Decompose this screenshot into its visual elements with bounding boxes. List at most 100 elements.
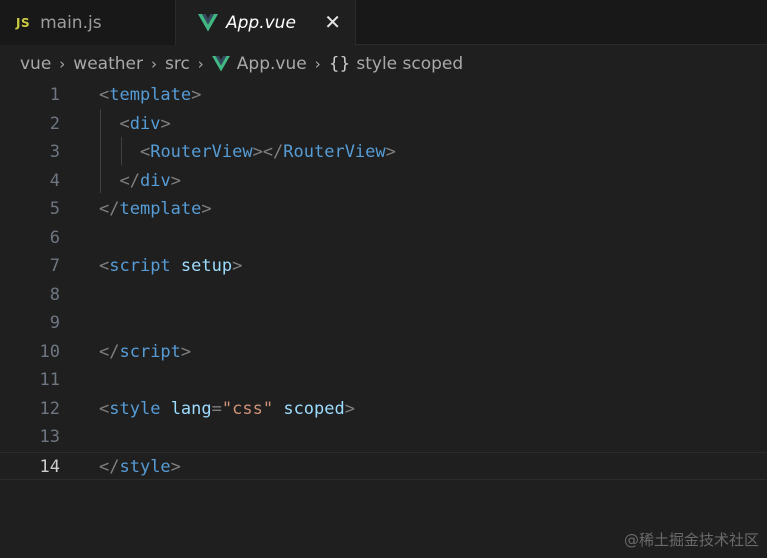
code-token: div (129, 113, 161, 134)
code-token: < (139, 142, 151, 162)
line-number: 3 (49, 142, 60, 162)
code-token: setup (180, 256, 233, 276)
code-token: </ (99, 341, 120, 362)
code-text: <style lang="css" scoped> (99, 395, 355, 423)
line-number: 7 (49, 256, 60, 276)
breadcrumb-item-app-vue[interactable]: App.vue (237, 54, 307, 74)
code-text: </div> (99, 167, 181, 195)
code-token: > (232, 256, 243, 276)
code-token: template (119, 199, 202, 219)
tab-label: main.js (40, 12, 102, 33)
line-number: 11 (39, 370, 60, 390)
code-token: > (191, 85, 202, 105)
code-token: > (180, 341, 192, 362)
chevron-right-icon: › (59, 55, 66, 73)
code-token: </ (99, 456, 120, 477)
code-token: > (385, 142, 396, 162)
chevron-right-icon: › (197, 55, 204, 73)
code-token: </ (99, 199, 120, 219)
code-line[interactable]: 5 </template> (0, 195, 767, 223)
close-icon[interactable]: ✕ (324, 11, 341, 33)
line-number: 9 (49, 313, 60, 333)
code-line[interactable]: 4 </div> (0, 167, 767, 195)
code-token: lang (170, 398, 212, 419)
vue-file-icon (198, 14, 218, 32)
code-line[interactable]: 12 <style lang="css" scoped> (0, 395, 767, 423)
code-token: "css" (221, 398, 274, 419)
line-number: 10 (39, 341, 60, 362)
line-number: 1 (49, 85, 60, 105)
code-line[interactable]: 11 (0, 366, 767, 394)
breadcrumb-item-src[interactable]: src (165, 54, 190, 74)
code-token: style (119, 456, 171, 477)
editor-window: JS main.js App.vue ✕ vue › weather › src… (0, 0, 767, 558)
code-line[interactable]: 14 </style> (0, 451, 767, 481)
code-token: script (109, 256, 171, 276)
breadcrumb-item-style-scoped[interactable]: style scoped (356, 54, 463, 74)
code-text: </style> (99, 453, 181, 481)
code-editor[interactable]: 1 <template> 2 <div> 3 <RouterView></Router… (0, 81, 767, 558)
tab-app-vue[interactable]: App.vue ✕ (176, 0, 356, 46)
code-token: RouterView (283, 142, 386, 162)
line-number: 12 (39, 398, 60, 419)
code-line[interactable]: 10 </script> (0, 338, 767, 366)
code-token: > (170, 170, 181, 191)
code-line[interactable]: 7 <script setup> (0, 252, 767, 280)
chevron-right-icon: › (150, 55, 157, 73)
code-token: > (344, 398, 355, 419)
code-token: < (99, 85, 110, 105)
line-number: 14 (39, 456, 60, 477)
code-token: script (119, 341, 181, 362)
javascript-file-icon: JS (16, 15, 31, 30)
breadcrumb: vue › weather › src › App.vue › {} style… (20, 50, 463, 78)
tab-main-js[interactable]: JS main.js (0, 0, 176, 45)
code-token: < (119, 113, 130, 134)
code-token: ></ (252, 142, 284, 162)
code-token: div (139, 170, 171, 191)
code-line[interactable]: 2 <div> (0, 110, 767, 138)
code-token: RouterView (150, 142, 253, 162)
code-token: < (99, 398, 110, 419)
line-number: 13 (39, 427, 60, 447)
watermark: @稀土掘金技术社区 (623, 531, 759, 549)
line-number: 8 (49, 284, 60, 305)
code-token: scoped (283, 398, 345, 419)
code-line[interactable]: 9 (0, 309, 767, 337)
code-token: > (170, 456, 181, 477)
code-line[interactable]: 1 <template> (0, 81, 767, 109)
code-text: <div> (99, 110, 171, 138)
code-token: = (211, 398, 222, 419)
line-number: 5 (49, 199, 60, 219)
code-token: < (99, 256, 110, 276)
code-text: <template> (99, 81, 201, 109)
tab-bar: JS main.js App.vue ✕ (0, 0, 767, 46)
code-text: <RouterView></RouterView> (99, 138, 396, 166)
line-number: 4 (49, 170, 60, 191)
code-text: <script setup> (99, 252, 242, 280)
code-line[interactable]: 3 <RouterView></RouterView> (0, 138, 767, 166)
code-text: </script> (99, 338, 191, 366)
code-line[interactable]: 8 (0, 281, 767, 309)
breadcrumb-item-weather[interactable]: weather (73, 54, 143, 74)
vue-file-icon (211, 56, 230, 72)
code-line[interactable]: 13 (0, 423, 767, 451)
code-token: template (109, 85, 192, 105)
line-number: 6 (49, 227, 60, 248)
tab-label: App.vue (226, 13, 296, 33)
line-number: 2 (49, 113, 60, 134)
code-token: > (201, 199, 212, 219)
code-token: </ (119, 170, 140, 191)
code-line[interactable]: 6 (0, 224, 767, 252)
braces-icon: {} (328, 54, 351, 74)
code-text: </template> (99, 195, 212, 223)
chevron-right-icon: › (314, 55, 321, 73)
code-token: style (109, 398, 161, 419)
breadcrumb-item-vue[interactable]: vue (20, 54, 51, 74)
code-token: > (160, 113, 171, 134)
